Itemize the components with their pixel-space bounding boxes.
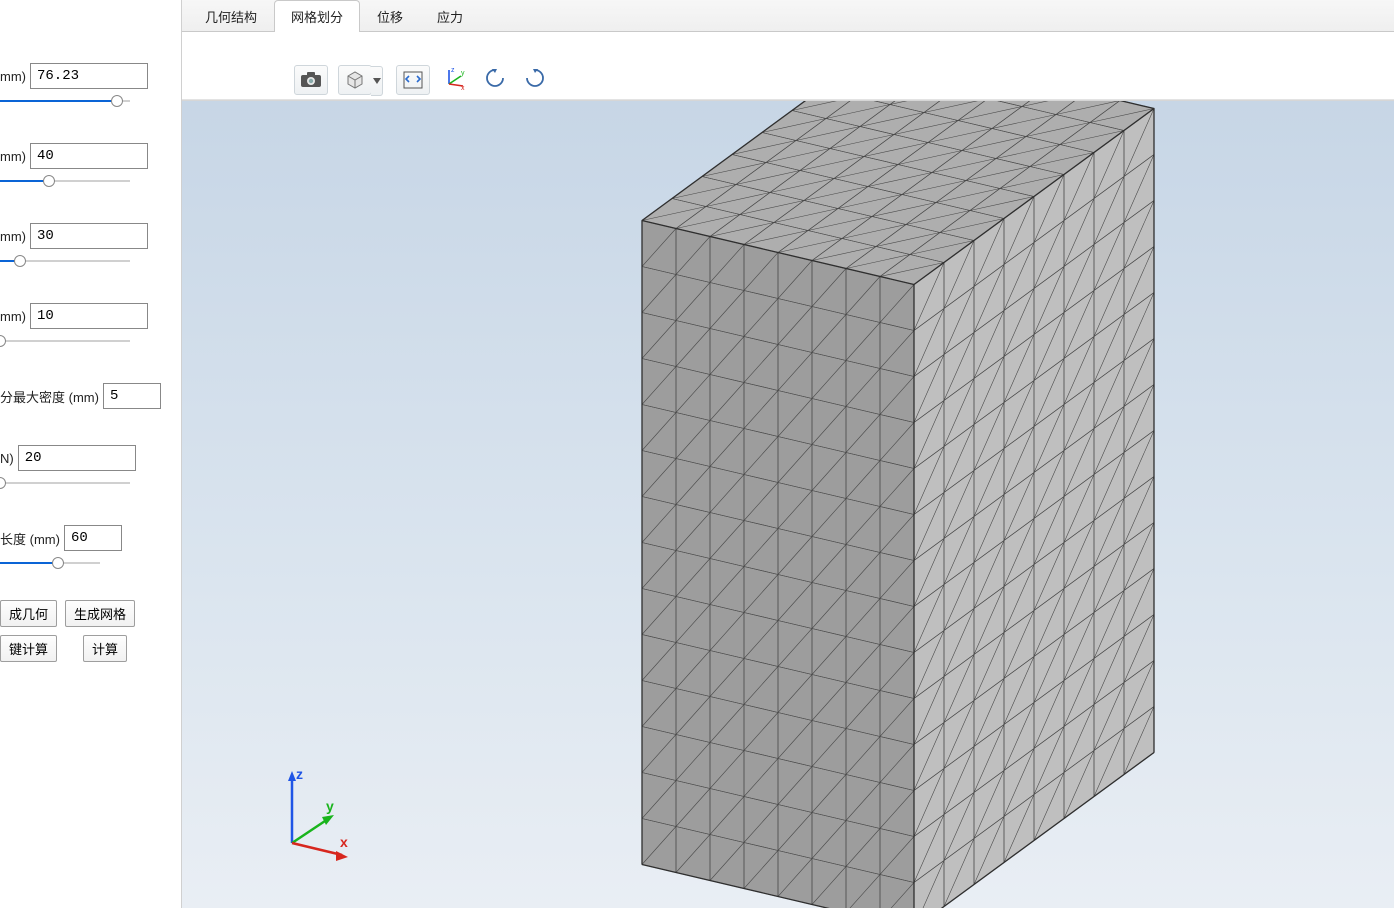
param-slider-7[interactable]: [0, 556, 100, 570]
param-input-4[interactable]: [30, 303, 148, 329]
rotate-ccw-icon: [484, 67, 506, 92]
cube-view-button[interactable]: [338, 65, 372, 95]
svg-text:y: y: [326, 798, 334, 814]
main-area: 几何结构 网格划分 位移 应力 z: [182, 0, 1394, 908]
param-slider-3[interactable]: [0, 254, 130, 268]
svg-text:y: y: [461, 70, 465, 77]
compute-button[interactable]: 计算: [83, 635, 127, 662]
svg-text:z: z: [451, 67, 455, 74]
rotate-cw-icon: [524, 67, 546, 92]
param-label: mm): [0, 149, 26, 164]
svg-text:z: z: [296, 766, 303, 782]
snapshot-button[interactable]: [294, 65, 328, 95]
param-slider-4[interactable]: [0, 334, 130, 348]
cube-perspective-icon: [344, 70, 366, 90]
mesh-viewport[interactable]: z y x: [182, 100, 1394, 908]
param-label: N): [0, 451, 14, 466]
viewport-toolbar: z y x: [182, 60, 1394, 100]
param-input-length[interactable]: [64, 525, 122, 551]
param-input-6[interactable]: [18, 445, 136, 471]
tab-mesh[interactable]: 网格划分: [274, 0, 360, 32]
param-slider-1[interactable]: [0, 94, 130, 108]
parameter-sidebar: mm) mm) mm) mm) 分最大密度 (mm) N) 长度 (mm): [0, 0, 182, 908]
one-click-compute-button[interactable]: 键计算: [0, 635, 57, 662]
param-label: mm): [0, 229, 26, 244]
param-label-length: 长度 (mm): [0, 529, 60, 548]
tab-geometry[interactable]: 几何结构: [188, 0, 274, 32]
rotate-ccw-button[interactable]: [480, 65, 510, 95]
param-input-2[interactable]: [30, 143, 148, 169]
param-input-3[interactable]: [30, 223, 148, 249]
param-label: mm): [0, 69, 26, 84]
generate-geometry-button[interactable]: 成几何: [0, 600, 57, 627]
param-slider-6[interactable]: [0, 476, 130, 490]
param-input-1[interactable]: [30, 63, 148, 89]
generate-mesh-button[interactable]: 生成网格: [65, 600, 135, 627]
param-input-mesh-density[interactable]: [103, 383, 161, 409]
axis-gnomon-icon: z y x: [443, 66, 467, 93]
svg-text:x: x: [461, 85, 465, 90]
camera-icon: [300, 71, 322, 89]
tab-stress[interactable]: 应力: [420, 0, 480, 32]
param-label-mesh-density: 分最大密度 (mm): [0, 387, 99, 406]
param-label: mm): [0, 309, 26, 324]
rotate-cw-button[interactable]: [520, 65, 550, 95]
axis-gnomon: z y x: [262, 765, 362, 868]
zoom-extents-button[interactable]: [396, 65, 430, 95]
zoom-extents-icon: [403, 71, 423, 89]
axis-orientation-button[interactable]: z y x: [440, 65, 470, 95]
param-slider-2[interactable]: [0, 174, 130, 188]
view-tabs: 几何结构 网格划分 位移 应力: [182, 0, 1394, 32]
tab-displacement[interactable]: 位移: [360, 0, 420, 32]
mesh-graphic: [182, 101, 1394, 908]
cube-view-dropdown[interactable]: [371, 66, 383, 96]
svg-text:x: x: [340, 834, 348, 850]
